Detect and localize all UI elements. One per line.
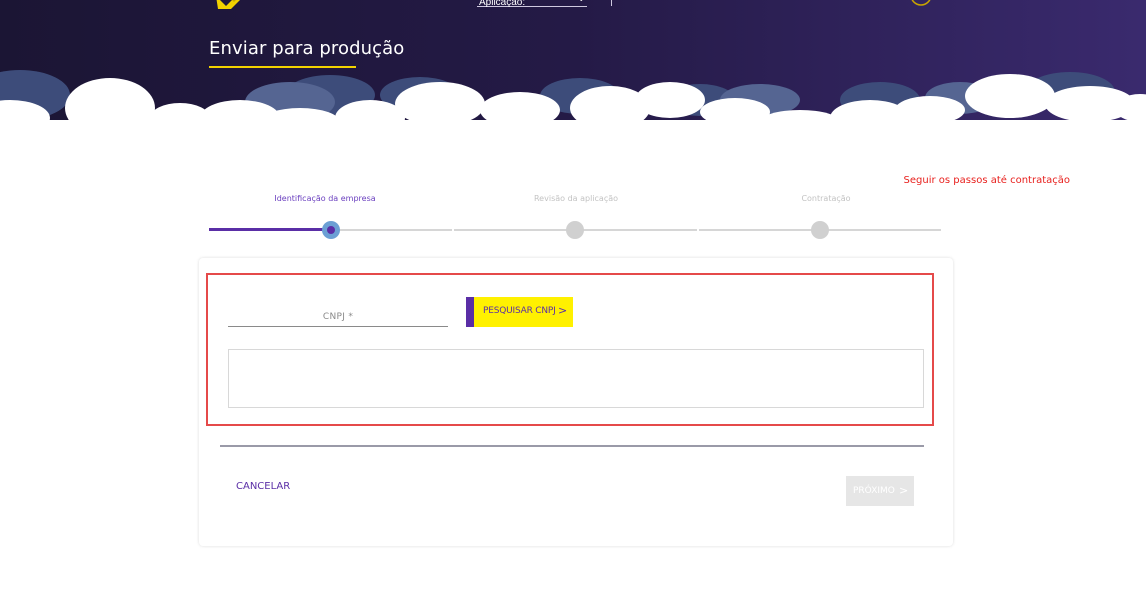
app-select-label: Aplicação: xyxy=(479,0,526,8)
card-divider xyxy=(220,445,924,447)
steps-hint: Seguir os passos até contratação xyxy=(903,175,1070,186)
page-title: Enviar para produção xyxy=(209,38,405,59)
step-dot-revisao xyxy=(566,221,584,239)
step-label-contratacao: Contratação xyxy=(801,194,851,203)
chevron-right-icon: > xyxy=(899,484,909,497)
page-title-underline xyxy=(209,66,356,68)
step-label-revisao: Revisão da aplicação xyxy=(533,194,619,203)
next-button[interactable]: PRÓXIMO > xyxy=(846,476,914,506)
cnpj-input[interactable]: CNPJ * xyxy=(228,303,448,327)
search-cnpj-button[interactable]: PESQUISAR CNPJ > xyxy=(466,297,573,327)
cloud-banner-background xyxy=(0,0,1146,150)
step-label-identificacao: Identificação da empresa xyxy=(274,194,376,203)
logo-icon[interactable] xyxy=(214,0,248,10)
header-banner: Aplicação: ⌄ Enviar para produção xyxy=(0,0,1146,150)
app-select[interactable]: Aplicação: ⌄ xyxy=(477,0,587,8)
chevron-down-icon: ⌄ xyxy=(577,0,585,4)
step-progress-fill xyxy=(209,228,331,231)
chevron-right-icon: > xyxy=(558,304,568,317)
cnpj-placeholder: CNPJ * xyxy=(322,312,354,322)
search-button-label: PESQUISAR CNPJ xyxy=(483,306,556,316)
step-dot-identificacao xyxy=(322,221,340,239)
cancel-link[interactable]: CANCELAR xyxy=(236,481,290,492)
next-button-label: PRÓXIMO xyxy=(853,486,895,496)
page: Aplicação: ⌄ Enviar para produção Seguir… xyxy=(0,0,1146,603)
step-dot-contratacao xyxy=(811,221,829,239)
user-icon[interactable] xyxy=(905,0,931,7)
header-divider xyxy=(611,0,612,6)
search-button-accent xyxy=(466,297,474,327)
company-result-box xyxy=(228,349,924,408)
